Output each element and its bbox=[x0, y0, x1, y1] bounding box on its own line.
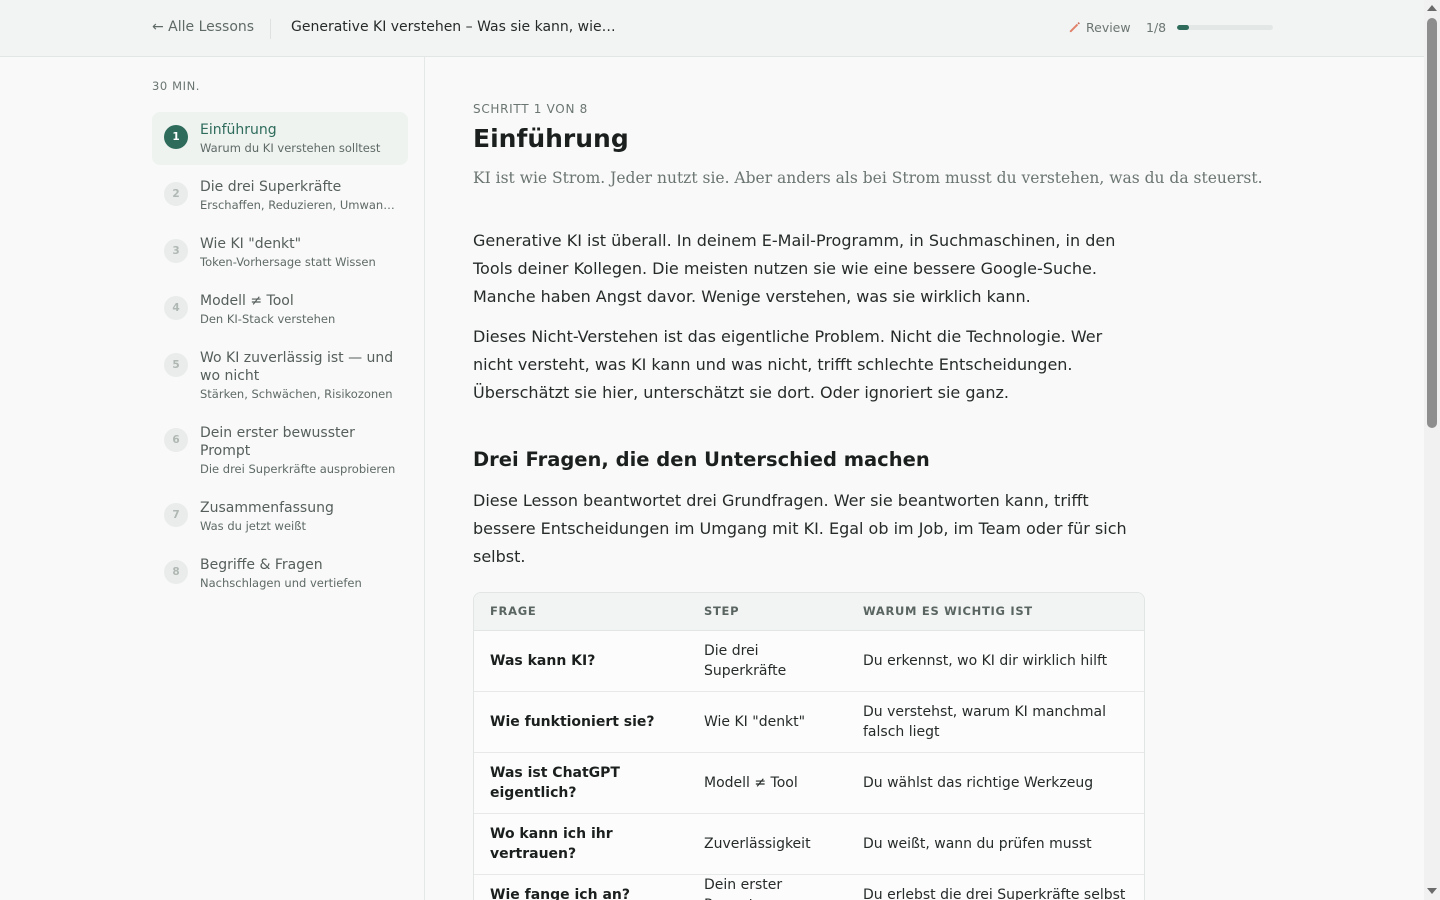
step-title: Wo KI zuverlässig ist — und wo nicht bbox=[200, 350, 394, 384]
table-header-row: FRAGE STEP WARUM ES WICHTIG IST bbox=[474, 593, 1144, 631]
sidebar-step-2[interactable]: 2 Die drei Superkräfte Erschaffen, Reduzie… bbox=[152, 169, 408, 222]
sidebar-step-7[interactable]: 7 Zusammenfassung Was du jetzt weißt bbox=[152, 490, 408, 543]
table-row: Wo kann ich ihr vertrauen? Zuverlässigkei… bbox=[474, 813, 1144, 875]
step-number-badge: 6 bbox=[164, 428, 188, 452]
step-subtitle: Den KI-Stack verstehen bbox=[200, 312, 336, 326]
step-subtitle: Token-Vorhersage statt Wissen bbox=[200, 255, 376, 269]
step-number-badge: 2 bbox=[164, 182, 188, 206]
reason-cell: Du wählst das richtige Werkzeug bbox=[847, 752, 1144, 814]
sidebar-step-8[interactable]: 8 Begriffe & Fragen Nachschlagen und verti… bbox=[152, 547, 408, 600]
question-cell: Wie fange ich an? bbox=[490, 886, 630, 900]
paragraph: Dieses Nicht-Verstehen ist das eigentlic… bbox=[473, 327, 1103, 402]
step-number-badge: 1 bbox=[164, 125, 188, 149]
reason-cell: Du weißt, wann du prüfen musst bbox=[847, 813, 1144, 875]
lesson-duration: 30 MIN. bbox=[152, 79, 201, 93]
table-header: WARUM ES WICHTIG IST bbox=[847, 593, 1144, 631]
questions-table: FRAGE STEP WARUM ES WICHTIG IST Was kann… bbox=[473, 592, 1145, 900]
question-cell: Was ist ChatGPT eigentlich? bbox=[474, 752, 688, 814]
step-list: 1 Einführung Warum du KI verstehen solltes… bbox=[152, 112, 408, 604]
reason-cell: Du erkennst, wo KI dir wirklich hilft bbox=[847, 630, 1144, 692]
review-button[interactable]: Review bbox=[1068, 20, 1131, 35]
scroll-down-arrow-icon[interactable] bbox=[1427, 888, 1437, 894]
question-cell: Was kann KI? bbox=[474, 630, 688, 692]
step-number-badge: 7 bbox=[164, 503, 188, 527]
table-header: FRAGE bbox=[474, 593, 688, 631]
step-number-badge: 8 bbox=[164, 560, 188, 584]
reason-cell: Du verstehst, warum KI manchmal falsch l… bbox=[847, 691, 1144, 753]
sidebar-step-3[interactable]: 3 Wie KI "denkt" Token-Vorhersage statt Wi… bbox=[152, 226, 408, 279]
step-cell: Modell ≠ Tool bbox=[688, 752, 847, 814]
step-cell: Dein erster Prompt bbox=[704, 876, 783, 900]
sidebar-step-1[interactable]: 1 Einführung Warum du KI verstehen solltes… bbox=[152, 112, 408, 165]
step-subtitle: Warum du KI verstehen solltest bbox=[200, 141, 381, 155]
lead-text: KI ist wie Strom. Jeder nutzt sie. Aber … bbox=[473, 169, 1263, 187]
sidebar-step-5[interactable]: 5 Wo KI zuverlässig ist — und wo nicht Stä… bbox=[152, 340, 408, 411]
page-title: Einführung bbox=[473, 124, 629, 153]
sidebar: 30 MIN. 1 Einführung Warum du KI verstehen… bbox=[0, 57, 425, 900]
lesson-title: Generative KI verstehen – Was sie kann, … bbox=[291, 19, 616, 35]
scrollbar-thumb[interactable] bbox=[1427, 18, 1437, 428]
back-to-lessons-link[interactable]: ← Alle Lessons bbox=[152, 19, 254, 35]
step-title: Dein erster bewusster Prompt bbox=[200, 425, 355, 459]
step-subtitle: Erschaffen, Reduzieren, Umwan… bbox=[200, 198, 395, 212]
step-title: Einführung bbox=[200, 122, 277, 138]
progress-bar bbox=[1177, 25, 1273, 30]
scrollbar[interactable] bbox=[1424, 0, 1440, 900]
table-row: Was kann KI? Die drei Superkräfte Du erken… bbox=[474, 630, 1144, 692]
step-title: Wie KI "denkt" bbox=[200, 236, 302, 252]
review-label: Review bbox=[1086, 20, 1131, 35]
step-number-badge: 3 bbox=[164, 239, 188, 263]
step-subtitle: Nachschlagen und vertiefen bbox=[200, 576, 362, 590]
step-number-badge: 4 bbox=[164, 296, 188, 320]
step-title: Modell ≠ Tool bbox=[200, 293, 294, 309]
app-window: ← Alle Lessons Generative KI verstehen –… bbox=[0, 0, 1440, 900]
table-row: Wie fange ich an? Dein erster Prompt Du er… bbox=[474, 874, 1144, 900]
step-subtitle: Stärken, Schwächen, Risikozonen bbox=[200, 387, 393, 401]
reason-cell: Du erlebst die drei Superkräfte selbst bbox=[863, 886, 1126, 900]
paragraph: Generative KI ist überall. In deinem E-M… bbox=[473, 231, 1116, 306]
top-bar: ← Alle Lessons Generative KI verstehen –… bbox=[0, 0, 1424, 57]
step-number-badge: 5 bbox=[164, 353, 188, 377]
progress-bar-fill bbox=[1177, 25, 1189, 30]
table-row: Was ist ChatGPT eigentlich? Modell ≠ Tool… bbox=[474, 752, 1144, 814]
question-cell: Wie funktioniert sie? bbox=[474, 691, 688, 753]
progress-counter: 1/8 bbox=[1146, 20, 1167, 35]
step-cell: Die drei Superkräfte bbox=[688, 630, 847, 692]
section-heading: Drei Fragen, die den Unterschied machen bbox=[473, 448, 930, 471]
step-subtitle: Die drei Superkräfte ausprobieren bbox=[200, 462, 396, 476]
paragraph: Diese Lesson beantwortet drei Grundfrage… bbox=[473, 491, 1127, 566]
step-title: Die drei Superkräfte bbox=[200, 179, 342, 195]
step-subtitle: Was du jetzt weißt bbox=[200, 519, 306, 533]
sidebar-step-4[interactable]: 4 Modell ≠ Tool Den KI-Stack verstehen bbox=[152, 283, 408, 336]
step-cell: Zuverlässigkeit bbox=[688, 813, 847, 875]
step-cell: Wie KI "denkt" bbox=[688, 691, 847, 753]
pencil-icon bbox=[1068, 21, 1081, 34]
main-content: SCHRITT 1 VON 8 Einführung KI ist wie St… bbox=[473, 57, 1263, 900]
table-row: Wie funktioniert sie? Wie KI "denkt" Du ve… bbox=[474, 691, 1144, 753]
question-cell: Wo kann ich ihr vertrauen? bbox=[474, 813, 688, 875]
step-title: Begriffe & Fragen bbox=[200, 557, 323, 573]
step-title: Zusammenfassung bbox=[200, 500, 334, 516]
table-header: STEP bbox=[688, 593, 847, 631]
header-divider bbox=[270, 19, 271, 39]
step-label: SCHRITT 1 VON 8 bbox=[473, 102, 588, 116]
scroll-up-arrow-icon[interactable] bbox=[1427, 5, 1437, 11]
sidebar-step-6[interactable]: 6 Dein erster bewusster Prompt Die drei Su… bbox=[152, 415, 408, 486]
